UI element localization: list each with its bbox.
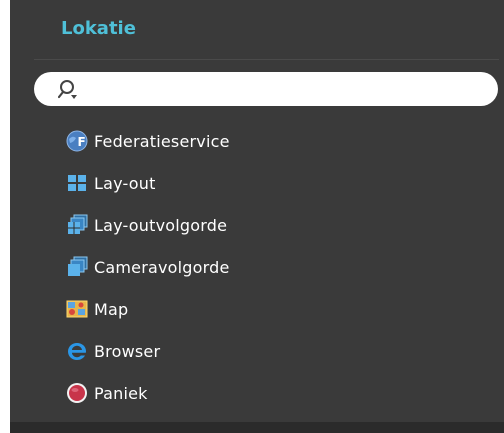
list-item-camera-sequence[interactable]: Cameravolgorde [66,246,230,288]
search-icon[interactable] [57,79,80,101]
list-item-layout-sequence[interactable]: Lay-outvolgorde [66,204,230,246]
list-item-label: Map [94,299,129,319]
list-item-label: Cameravolgorde [94,257,230,277]
panel-footer [10,422,504,433]
camera-sequence-icon [66,256,88,278]
layout-sequence-icon [66,214,88,236]
list-item-label: Paniek [94,383,148,403]
list-item-browser[interactable]: Browser [66,330,230,372]
list-item-map[interactable]: Map [66,288,230,330]
list-item-layout[interactable]: Lay-out [66,162,230,204]
layout-icon [66,172,88,194]
list-item-label: Browser [94,341,161,361]
svg-text:F: F [78,135,86,149]
search-field[interactable] [88,76,482,102]
list-item-label: Lay-outvolgorde [94,215,228,235]
map-icon [66,298,88,320]
divider [34,59,499,60]
item-list: F Federatieservice Lay-out Lay-outvolgor… [66,120,230,414]
list-item-label: Lay-out [94,173,156,193]
browser-icon [66,340,88,362]
list-item-panic[interactable]: Paniek [66,372,230,414]
location-panel: Lokatie F Federatieservice Lay-out Lay-o… [10,0,504,433]
federation-icon: F [66,130,88,152]
panel-title: Lokatie [61,18,136,39]
list-item-federation-service[interactable]: F Federatieservice [66,120,230,162]
search-input[interactable] [34,72,498,106]
list-item-label: Federatieservice [94,131,230,151]
panic-icon [66,382,88,404]
